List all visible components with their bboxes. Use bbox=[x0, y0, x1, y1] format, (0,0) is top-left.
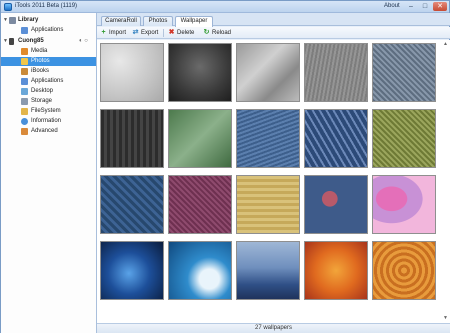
window-title: iTools 2011 Beta (1119) bbox=[15, 3, 78, 9]
delete-icon: ✖ bbox=[168, 29, 175, 36]
tab-wallpaper[interactable]: Wallpaper bbox=[175, 16, 213, 27]
delete-button[interactable]: ✖ Delete bbox=[168, 28, 198, 38]
export-label: Export bbox=[141, 30, 159, 36]
title-bar: iTools 2011 Beta (1119) About – □ ✕ bbox=[1, 1, 449, 13]
sidebar-item-label: Photos bbox=[31, 58, 50, 64]
applications-icon bbox=[21, 27, 28, 34]
storage-icon bbox=[21, 98, 28, 105]
sidebar-item-label: Cuong85 bbox=[18, 38, 44, 44]
sidebar-item-label: FileSystem bbox=[31, 108, 61, 114]
tab-cameraroll[interactable]: CameraRoll bbox=[101, 16, 141, 26]
information-icon bbox=[21, 118, 28, 125]
wallpaper-thumbnail[interactable] bbox=[168, 109, 232, 168]
applications-icon bbox=[21, 78, 28, 85]
sidebar-item-information[interactable]: Information bbox=[1, 117, 96, 126]
toolbar: + Import ⇄ Export ✖ Delete ↻ Reload bbox=[97, 27, 450, 39]
sidebar-item-label: Applications bbox=[31, 27, 64, 33]
maximize-button[interactable]: □ bbox=[419, 2, 431, 11]
sidebar-item-storage[interactable]: Storage bbox=[1, 97, 96, 106]
wallpaper-thumbnail[interactable] bbox=[100, 175, 164, 234]
wallpaper-thumbnail[interactable] bbox=[236, 241, 300, 300]
wallpaper-thumbnail[interactable] bbox=[304, 241, 368, 300]
sidebar-item-label: Advanced bbox=[31, 128, 58, 134]
status-bar: 27 wallpapers bbox=[97, 323, 450, 333]
expand-icon[interactable]: ▼ bbox=[3, 16, 8, 25]
filesystem-icon bbox=[21, 108, 28, 115]
wallpaper-thumbnail[interactable] bbox=[168, 43, 232, 102]
sidebar-item-ibooks[interactable]: iBooks bbox=[1, 67, 96, 76]
import-button[interactable]: + Import bbox=[100, 28, 130, 38]
toolbar-divider bbox=[163, 29, 164, 37]
sidebar-item-library[interactable]: ▼ Library bbox=[1, 16, 96, 25]
wallpaper-thumbnail[interactable] bbox=[168, 241, 232, 300]
sidebar-item-library-applications[interactable]: Applications bbox=[1, 26, 96, 35]
sidebar-item-media[interactable]: Media bbox=[1, 47, 96, 56]
app-window: iTools 2011 Beta (1119) About – □ ✕ ▼ Li… bbox=[0, 0, 450, 333]
import-label: Import bbox=[109, 30, 127, 36]
sidebar-item-label: Desktop bbox=[31, 88, 54, 94]
about-link[interactable]: About bbox=[384, 3, 400, 9]
sidebar-item-label: Applications bbox=[31, 78, 64, 84]
wallpaper-thumbnail[interactable] bbox=[372, 109, 436, 168]
wallpaper-thumbnail[interactable] bbox=[372, 175, 436, 234]
wallpaper-thumbnail[interactable] bbox=[304, 109, 368, 168]
scroll-down-button[interactable]: ▼ bbox=[442, 315, 449, 322]
sidebar-item-label: Library bbox=[18, 17, 39, 23]
close-button[interactable]: ✕ bbox=[433, 2, 447, 11]
export-button[interactable]: ⇄ Export bbox=[132, 28, 162, 38]
library-icon bbox=[9, 17, 16, 24]
sidebar-item-device[interactable]: ▼ Cuong85 ◐ ○ bbox=[1, 37, 96, 46]
advanced-icon bbox=[21, 128, 28, 135]
desktop-icon bbox=[21, 88, 28, 95]
ibooks-icon bbox=[21, 68, 28, 75]
wallpaper-grid: ▲ ▼ bbox=[97, 40, 450, 323]
sidebar-item-applications[interactable]: Applications bbox=[1, 77, 96, 86]
wallpaper-thumbnail[interactable] bbox=[236, 43, 300, 102]
sidebar: ▼ Library Applications ▼ Cuong85 ◐ ○ Med… bbox=[1, 13, 97, 333]
reload-button[interactable]: ↻ Reload bbox=[203, 28, 235, 38]
sidebar-item-filesystem[interactable]: FileSystem bbox=[1, 107, 96, 116]
reload-icon: ↻ bbox=[203, 29, 210, 36]
wallpaper-thumbnail[interactable] bbox=[100, 109, 164, 168]
sidebar-item-label: Media bbox=[31, 48, 48, 54]
wallpaper-thumbnail[interactable] bbox=[100, 43, 164, 102]
wallpaper-thumbnail[interactable] bbox=[304, 43, 368, 102]
wallpaper-thumbnail[interactable] bbox=[236, 175, 300, 234]
expand-icon[interactable]: ▼ bbox=[3, 37, 8, 46]
wallpaper-thumbnail[interactable] bbox=[372, 241, 436, 300]
device-controls[interactable]: ◐ ○ bbox=[79, 37, 88, 46]
media-icon bbox=[21, 48, 28, 55]
photos-icon bbox=[21, 58, 28, 65]
delete-label: Delete bbox=[177, 30, 195, 36]
wallpaper-thumbnail[interactable] bbox=[304, 175, 368, 234]
wallpaper-thumbnail[interactable] bbox=[236, 109, 300, 168]
wallpaper-count: 27 wallpapers bbox=[254, 325, 293, 331]
reload-label: Reload bbox=[212, 30, 232, 36]
sidebar-item-label: Storage bbox=[31, 98, 53, 104]
itools-logo-icon bbox=[4, 3, 12, 11]
import-icon: + bbox=[101, 29, 106, 36]
tab-bar: CameraRoll Photos Wallpaper bbox=[97, 13, 450, 27]
minimize-button[interactable]: – bbox=[405, 2, 417, 11]
wallpaper-thumbnail[interactable] bbox=[100, 241, 164, 300]
sidebar-item-advanced[interactable]: Advanced bbox=[1, 127, 96, 136]
export-icon: ⇄ bbox=[132, 29, 139, 36]
wallpaper-thumbnail[interactable] bbox=[168, 175, 232, 234]
scroll-up-button[interactable]: ▲ bbox=[442, 41, 449, 48]
sidebar-item-desktop[interactable]: Desktop bbox=[1, 87, 96, 96]
sidebar-item-label: iBooks bbox=[31, 68, 50, 74]
sidebar-item-label: Information bbox=[31, 118, 62, 124]
wallpaper-thumbnail[interactable] bbox=[372, 43, 436, 102]
sidebar-item-photos[interactable]: Photos bbox=[1, 57, 96, 66]
tab-photos[interactable]: Photos bbox=[143, 16, 173, 26]
iphone-icon bbox=[9, 38, 14, 45]
